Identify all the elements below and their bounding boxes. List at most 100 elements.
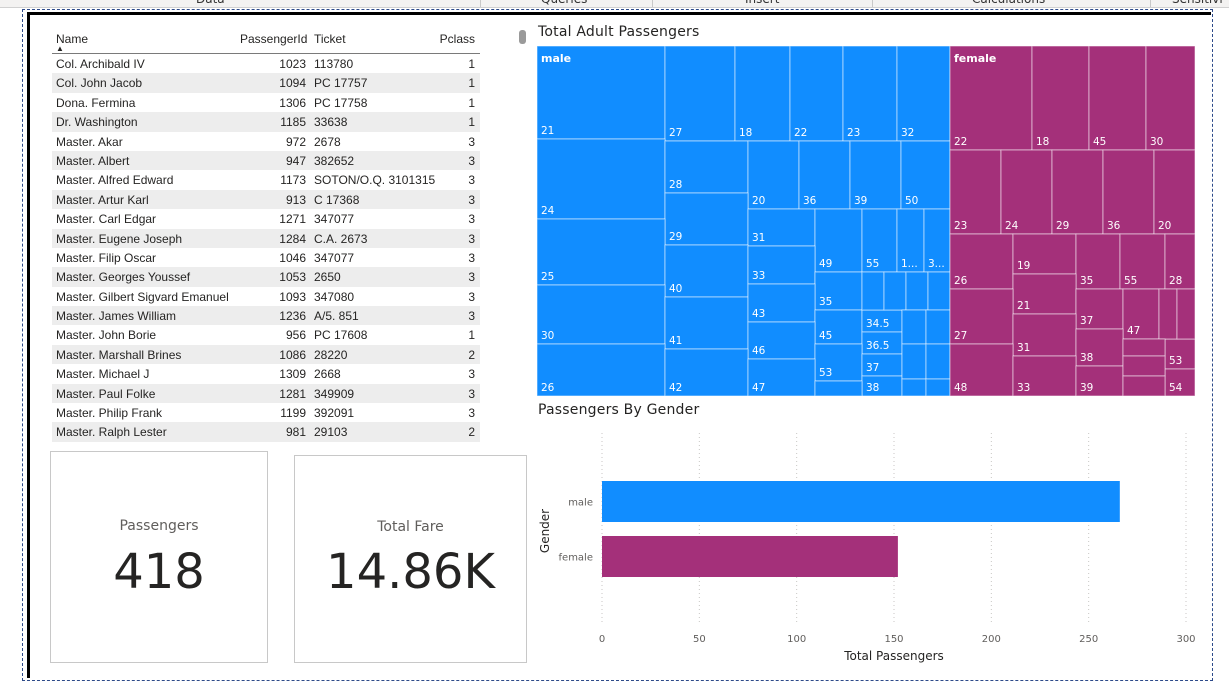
table-row[interactable]: Master. Paul Folke 1281 349909 3: [52, 383, 480, 404]
table-row[interactable]: Master. Ralph Lester 981 29103 2: [52, 422, 480, 442]
treemap-cell-label: 30: [1150, 136, 1163, 148]
treemap-cell-label: 37: [1080, 315, 1093, 327]
table-row[interactable]: Master. Artur Karl 913 C 17368 3: [52, 189, 480, 210]
table-row[interactable]: Master. Alfred Edward 1173 SOTON/O.Q. 3101…: [52, 170, 480, 189]
treemap-cell[interactable]: [537, 343, 666, 396]
treemap-cell-label: 55: [866, 258, 879, 270]
treemap-cell-label: 21: [1017, 300, 1030, 312]
ribbon-tab[interactable]: Queries: [541, 0, 587, 6]
table-row[interactable]: Col. Archibald IV 1023 113780 1: [52, 54, 480, 73]
table-row[interactable]: Master. Gilbert Sigvard Emanuel 1093 34708…: [52, 287, 480, 306]
table-row[interactable]: Dr. Washington 1185 33638 1: [52, 112, 480, 132]
cell-passengerid: 1199: [280, 406, 306, 421]
table-row[interactable]: Master. Marshall Brines 1086 28220 2: [52, 344, 480, 365]
table-row[interactable]: Dona. Fermina 1306 PC 17758 1: [52, 93, 480, 112]
cell-ticket: 28220: [314, 347, 348, 362]
treemap-cell-label: 36: [1107, 220, 1121, 232]
treemap-cell-label: 47: [1127, 325, 1140, 337]
treemap-cell[interactable]: [1158, 288, 1178, 340]
treemap-cell[interactable]: [1176, 288, 1195, 340]
x-tick-label: 0: [599, 634, 605, 645]
treemap-cell[interactable]: [537, 284, 666, 345]
y-category-label: female: [559, 553, 593, 564]
treemap-cell[interactable]: [1122, 375, 1166, 396]
bar-chart-title: Passengers By Gender: [538, 402, 700, 418]
treemap-cell[interactable]: [537, 218, 666, 286]
table-row[interactable]: Master. Akar 972 2678 3: [52, 132, 480, 151]
cell-name: Master. Eugene Joseph: [56, 231, 183, 246]
cell-name: Master. Gilbert Sigvard Emanuel: [56, 289, 229, 304]
treemap-cell[interactable]: [861, 271, 885, 311]
treemap-cell[interactable]: [1145, 46, 1195, 151]
cell-name: Col. John Jacob: [56, 76, 143, 91]
card-label: Passengers: [119, 518, 199, 534]
treemap-cell[interactable]: [1122, 338, 1166, 357]
column-header-passengerid[interactable]: PassengerId: [240, 32, 307, 46]
ribbon-tab[interactable]: Insert: [745, 0, 779, 6]
table-row[interactable]: Master. James William 1236 A/5. 851 3: [52, 306, 480, 326]
cell-ticket: PC 17758: [314, 95, 368, 110]
passenger-table[interactable]: Name ▲ PassengerId Ticket Pclass Col. Ar…: [52, 30, 480, 444]
ribbon-separator: [872, 0, 873, 7]
cell-name: Master. Ralph Lester: [56, 425, 167, 440]
treemap-cell-label: 31: [1017, 342, 1030, 354]
adult-passengers-treemap[interactable]: 21 27 18 22 23 32 24 28 20 36 39 50 29 31 25 40 49 55 1...…: [537, 46, 1195, 396]
passengers-by-gender-chart[interactable]: 0 50 100 150 200 250 300 male female Total Passen…: [537, 425, 1205, 670]
cell-ticket: 349909: [314, 386, 355, 401]
cell-passengerid: 947: [285, 153, 306, 168]
table-row[interactable]: Master. Filip Oscar 1046 347077 3: [52, 248, 480, 267]
passengers-card[interactable]: Passengers 418: [50, 451, 268, 663]
cell-pclass: 3: [468, 192, 475, 207]
bar[interactable]: [602, 481, 1120, 522]
ribbon-tab[interactable]: Sensitivi: [1172, 0, 1223, 6]
x-tick-label: 100: [787, 634, 806, 645]
ribbon-separator: [1150, 0, 1151, 7]
cell-ticket: 2668: [314, 367, 341, 382]
treemap-cell[interactable]: [1088, 46, 1147, 151]
card-value: 418: [113, 544, 205, 600]
treemap-cell-label: 39: [1080, 382, 1093, 394]
treemap-cell-label: 36: [803, 195, 817, 207]
treemap-cell[interactable]: [925, 378, 951, 396]
treemap-cell-label: 35: [819, 296, 832, 308]
treemap-cell[interactable]: [901, 378, 927, 396]
table-row[interactable]: Master. Georges Youssef 1053 2650 3: [52, 267, 480, 287]
cell-passengerid: 1306: [279, 95, 306, 110]
treemap-cell[interactable]: [901, 343, 927, 380]
ribbon-tab[interactable]: Data: [196, 0, 225, 6]
table-row[interactable]: Master. Carl Edgar 1271 347077 3: [52, 209, 480, 228]
table-row[interactable]: Master. Philip Frank 1199 392091 3: [52, 403, 480, 422]
treemap-cell[interactable]: [883, 271, 907, 311]
table-row[interactable]: Master. John Borie 956 PC 17608 1: [52, 325, 480, 344]
treemap-cell-label: 24: [1005, 220, 1019, 232]
treemap-cell[interactable]: [927, 271, 951, 311]
total-fare-card[interactable]: Total Fare 14.86K: [294, 455, 527, 663]
treemap-cell-label: 54: [1169, 382, 1183, 394]
treemap-cell-label: 45: [1093, 136, 1106, 148]
table-row[interactable]: Col. John Jacob 1094 PC 17757 1: [52, 73, 480, 93]
treemap-cell[interactable]: [925, 343, 951, 380]
column-header-pclass[interactable]: Pclass: [440, 32, 475, 46]
cell-name: Dr. Washington: [56, 115, 138, 130]
ribbon-tab[interactable]: Calculations: [972, 0, 1045, 6]
treemap-cell[interactable]: [814, 380, 863, 396]
table-row[interactable]: Master. Eugene Joseph 1284 C.A. 2673 3: [52, 228, 480, 248]
treemap-cell[interactable]: [901, 309, 927, 345]
table-scrollbar-handle[interactable]: [519, 30, 526, 44]
treemap-cell-label: 25: [541, 271, 554, 283]
treemap-cell[interactable]: [1031, 46, 1090, 151]
treemap-cell[interactable]: [905, 271, 929, 311]
column-header-ticket[interactable]: Ticket: [314, 32, 346, 46]
bar[interactable]: [602, 536, 898, 577]
cell-ticket: 392091: [314, 406, 355, 421]
treemap-cell[interactable]: [1122, 355, 1166, 377]
cell-pclass: 3: [468, 250, 475, 265]
table-row[interactable]: Master. Michael J 1309 2668 3: [52, 364, 480, 383]
cell-passengerid: 1053: [279, 270, 306, 285]
ribbon-separator: [652, 0, 653, 7]
table-row[interactable]: Master. Albert 947 382652 3: [52, 150, 480, 171]
cell-passengerid: 956: [285, 328, 306, 343]
cell-name: Master. Alfred Edward: [56, 173, 174, 188]
treemap-cell[interactable]: [925, 309, 951, 345]
treemap-cell[interactable]: [537, 138, 666, 220]
